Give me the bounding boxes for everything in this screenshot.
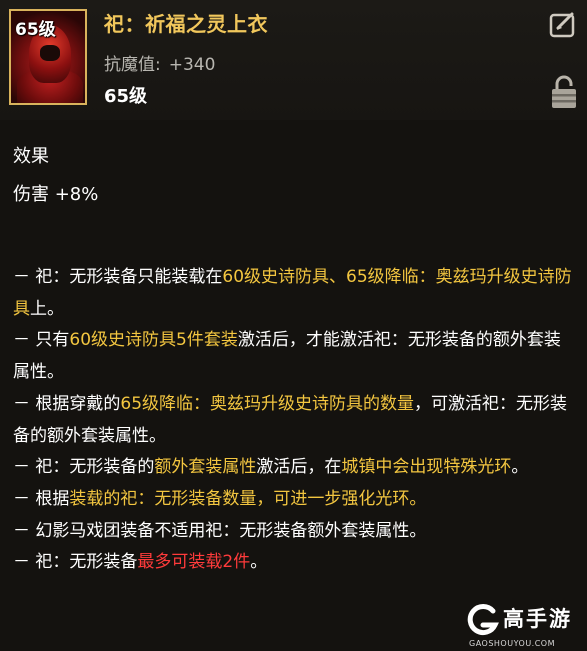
stat-label: 抗魔值: [104,55,161,75]
desc-warning: 最多可装载2件 [137,552,251,573]
desc-highlight: 额外套装属性 [154,457,257,478]
watermark-name: 高手游 [503,607,572,631]
item-level: 65级 [104,86,148,107]
item-stat: 抗魔值: +340 [104,50,215,75]
desc-text: － 幻影马戏团装备不适用祀：无形装备额外套装属性。 [13,520,427,541]
stat-value: +340 [168,55,216,75]
edit-icon[interactable] [548,10,578,40]
desc-text: 上。 [30,298,64,319]
tooltip-header: 65级 祀：祈福之灵上衣 抗魔值: +340 65级 [0,0,587,120]
desc-text: － 根据穿戴的 [13,393,121,414]
effect-value: 伤害 +8% [13,184,99,205]
desc-line-6: － 幻影马戏团装备不适用祀：无形装备额外套装属性。 [13,516,573,548]
item-tooltip: 65级 祀：祈福之灵上衣 抗魔值: +340 65级 效果 伤害 +8% － 祀：… [0,0,587,651]
desc-highlight: 60级史诗防具5件套装 [69,330,238,351]
desc-line-2: － 只有60级史诗防具5件套装激活后，才能激活祀：无形装备的额外套装属性。 [13,325,573,388]
desc-line-5: － 根据装载的祀：无形装备数量，可进一步强化光环。 [13,484,573,516]
desc-line-4: － 祀：无形装备的额外套装属性激活后，在城镇中会出现特殊光环。 [13,452,573,484]
desc-line-7: － 祀：无形装备最多可装载2件。 [13,547,573,579]
desc-text: 激活后，在 [256,457,342,478]
effect-heading: 效果 [13,146,49,167]
desc-line-1: － 祀：无形装备只能装载在60级史诗防具、65级降临：奥兹玛升级史诗防具上。 [13,262,573,325]
desc-highlight: 65级降临：奥兹玛升级史诗防具的数量 [120,393,415,414]
item-armor-icon: 65级 [9,9,87,105]
desc-line-3: － 根据穿戴的65级降临：奥兹玛升级史诗防具的数量，可激活祀：无形装备的额外套装… [13,389,573,452]
watermark-domain: GAOSHOUYOU.COM [469,639,556,648]
item-level-badge: 65级 [15,20,56,40]
set-description: － 祀：无形装备只能装载在60级史诗防具、65级降临：奥兹玛升级史诗防具上。 －… [13,262,573,579]
desc-text: － 祀：无形装备只能装载在 [13,267,223,287]
desc-text: － 祀：无形装备的 [13,457,155,478]
desc-highlight: 装载的祀：无形装备数量，可进一步强化光环。 [69,488,427,509]
watermark-logo: 高手游 GAOSHOUYOU.COM [467,603,585,649]
desc-highlight: 城镇中会出现特殊光环 [341,457,512,478]
lock-icon[interactable] [550,74,578,110]
desc-text: 。 [250,552,268,573]
desc-text: － 祀：无形装备 [13,552,138,573]
item-face-shape [40,45,60,61]
desc-text: － 只有 [13,330,70,351]
item-title: 祀：祈福之灵上衣 [104,12,268,36]
desc-text: 。 [511,457,529,478]
desc-text: － 根据 [13,488,70,509]
gaoshouyou-logo-icon [467,604,499,636]
